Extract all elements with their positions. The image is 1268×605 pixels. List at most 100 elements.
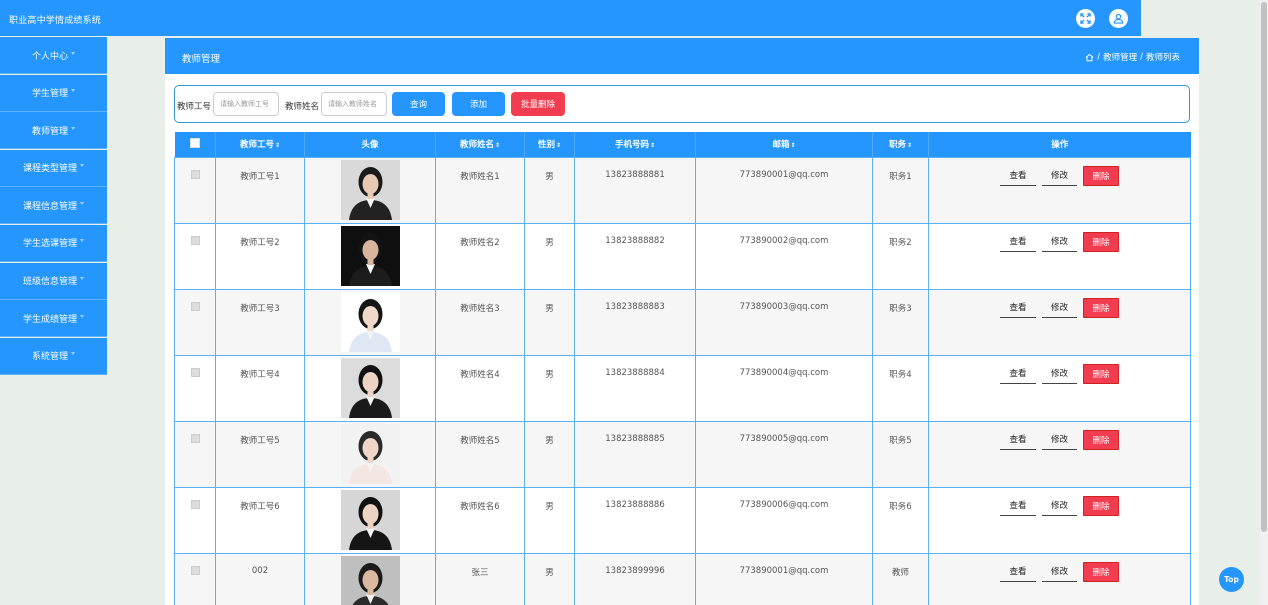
sidebar-item[interactable]: 个人中心 [0, 37, 107, 74]
sort-icon[interactable]: ⇕ [495, 142, 500, 149]
actions-cell: 查看 修改 删除 [928, 486, 1191, 554]
view-button[interactable]: 查看 [1000, 496, 1036, 516]
edit-button[interactable]: 修改 [1042, 298, 1077, 318]
teacher-name-input[interactable] [321, 92, 387, 116]
delete-button[interactable]: 删除 [1083, 297, 1119, 318]
sort-icon[interactable]: ⇕ [790, 142, 795, 149]
teacher-avatar[interactable] [340, 159, 400, 220]
sidebar-item[interactable]: 学生选课管理 [0, 224, 107, 262]
page-title: 教师管理 [182, 54, 221, 65]
teacher-avatar[interactable] [340, 555, 400, 605]
column-header-label: 职务 [888, 140, 906, 151]
table-row: 教师工号6 教师姓名6 男 13823888886 773890006@qq.com 职务… [174, 486, 1191, 554]
row-checkbox[interactable] [190, 499, 200, 509]
teacher-avatar[interactable] [340, 225, 400, 286]
sidebar-item[interactable]: 系统管理 [0, 337, 107, 375]
teacher-no-cell: 教师工号3 [215, 288, 305, 356]
delete-button[interactable]: 删除 [1083, 231, 1119, 252]
column-header-label: 教师工号 [239, 140, 274, 151]
edit-button[interactable]: 修改 [1042, 562, 1077, 582]
sidebar-item-label: 个人中心 [31, 51, 68, 62]
gender-cell: 男 [524, 420, 575, 488]
edit-button[interactable]: 修改 [1042, 232, 1077, 252]
sidebar-item[interactable]: 课程类型管理 [0, 149, 107, 187]
sort-icon[interactable]: ⇕ [650, 142, 655, 149]
scrollbar[interactable] [1260, 0, 1268, 605]
checkbox-cell [174, 486, 216, 554]
scrollbar-thumb[interactable] [1261, 2, 1267, 532]
batch-delete-button[interactable]: 批量删除 [511, 92, 565, 116]
row-checkbox[interactable] [190, 235, 200, 245]
sidebar: 个人中心学生管理 教师管理 课程类型管理 课程信息管理 学生选课管理 班级信息管理 学生成绩… [0, 37, 107, 375]
teacher-no-cell: 教师工号2 [215, 222, 305, 290]
view-button[interactable]: 查看 [1000, 298, 1036, 318]
caret-down-icon [80, 314, 84, 318]
row-checkbox[interactable] [190, 301, 200, 311]
duty-cell: 职务5 [872, 420, 929, 488]
view-button[interactable]: 查看 [1000, 430, 1036, 450]
actions-cell: 查看 修改 删除 [928, 288, 1191, 356]
column-header[interactable]: 手机号码⇕ [574, 132, 696, 157]
edit-button[interactable]: 修改 [1042, 166, 1077, 186]
row-checkbox[interactable] [190, 169, 200, 179]
duty-cell: 职务2 [872, 222, 929, 290]
view-button[interactable]: 查看 [1000, 166, 1036, 186]
row-checkbox[interactable] [190, 367, 200, 377]
sidebar-item[interactable]: 学生管理 [0, 74, 107, 112]
teacher-avatar[interactable] [340, 423, 400, 484]
column-header[interactable]: 邮箱⇕ [695, 132, 873, 157]
caret-down-icon [80, 277, 84, 281]
sort-icon[interactable]: ⇕ [275, 142, 280, 149]
teacher-avatar[interactable] [340, 357, 400, 418]
view-button[interactable]: 查看 [1000, 232, 1036, 252]
view-button[interactable]: 查看 [1000, 562, 1036, 582]
main-panel: 教师管理 / 教师管理 / 教师列表 教师工号 教师姓名 查询 添加 批量删除 … [165, 38, 1199, 605]
column-header[interactable]: 教师姓名⇕ [435, 132, 525, 157]
breadcrumb-item-teacher-mgmt[interactable]: 教师管理 [1103, 51, 1137, 63]
column-header[interactable]: 教师工号⇕ [215, 132, 305, 157]
sort-icon[interactable]: ⇕ [907, 142, 912, 149]
email-cell: 773890001@qq.com [695, 552, 873, 605]
edit-button[interactable]: 修改 [1042, 364, 1077, 384]
row-checkbox[interactable] [190, 565, 200, 575]
column-header[interactable]: 职务⇕ [872, 132, 929, 157]
delete-button[interactable]: 删除 [1083, 165, 1119, 186]
email-cell: 773890005@qq.com [695, 420, 873, 488]
select-all-checkbox[interactable] [189, 137, 200, 148]
back-to-top-button[interactable]: Top [1219, 567, 1244, 592]
home-icon[interactable] [1085, 53, 1094, 62]
delete-button[interactable]: 删除 [1083, 495, 1119, 516]
top-bar: 职业高中学情成绩系统 [0, 0, 1141, 36]
phone-cell: 13823888881 [574, 156, 696, 224]
delete-button[interactable]: 删除 [1083, 561, 1119, 582]
edit-button[interactable]: 修改 [1042, 496, 1077, 516]
actions-cell: 查看 修改 删除 [928, 354, 1191, 422]
caret-down-icon [71, 51, 75, 55]
sidebar-item[interactable]: 教师管理 [0, 112, 107, 150]
edit-button[interactable]: 修改 [1042, 430, 1077, 450]
row-checkbox[interactable] [190, 433, 200, 443]
teacher-avatar[interactable] [340, 489, 400, 550]
table-row: 教师工号4 教师姓名4 男 13823888884 773890004@qq.com 职务… [174, 354, 1191, 422]
gender-cell: 男 [524, 288, 575, 356]
teacher-no-label: 教师工号 [177, 102, 212, 112]
table-row: 教师工号2 教师姓名2 男 13823888882 773890002@qq.com 职务… [174, 222, 1191, 290]
teacher-no-input[interactable] [213, 92, 279, 116]
view-button[interactable]: 查看 [1000, 364, 1036, 384]
breadcrumb-item-teacher-list: 教师列表 [1145, 53, 1180, 63]
column-header-label: 邮箱 [772, 140, 790, 151]
add-button[interactable]: 添加 [452, 92, 505, 116]
user-avatar-icon[interactable] [1109, 9, 1128, 28]
sidebar-item[interactable]: 班级信息管理 [0, 262, 107, 300]
delete-button[interactable]: 删除 [1083, 363, 1119, 384]
sidebar-item[interactable]: 学生成绩管理 [0, 300, 107, 338]
sort-icon[interactable]: ⇕ [556, 142, 561, 149]
email-cell: 773890006@qq.com [695, 486, 873, 554]
fullscreen-icon[interactable] [1076, 9, 1095, 28]
query-button[interactable]: 查询 [392, 92, 445, 116]
sidebar-item[interactable]: 课程信息管理 [0, 187, 107, 225]
avatar-cell [304, 486, 436, 554]
delete-button[interactable]: 删除 [1083, 429, 1119, 450]
column-header[interactable]: 性别⇕ [524, 132, 575, 157]
teacher-avatar[interactable] [340, 291, 400, 352]
